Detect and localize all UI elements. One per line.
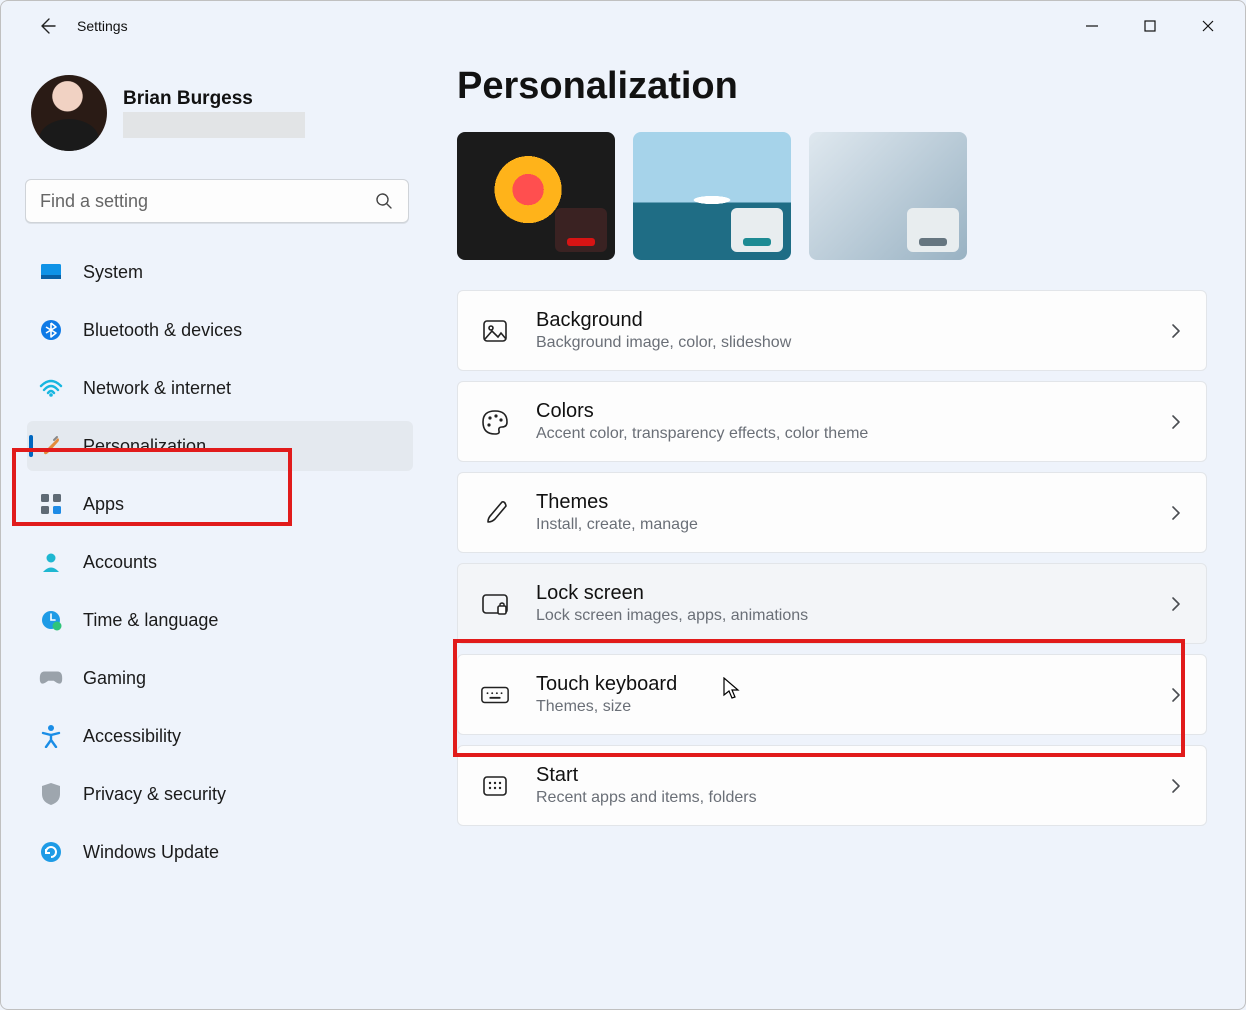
back-button[interactable] xyxy=(25,4,69,48)
search-input[interactable] xyxy=(40,191,374,212)
user-name: Brian Burgess xyxy=(123,88,305,110)
paintbrush-icon xyxy=(39,434,63,458)
close-icon xyxy=(1201,19,1215,33)
accessibility-icon xyxy=(39,724,63,748)
chevron-right-icon xyxy=(1168,596,1184,612)
sidebar: Brian Burgess System Bluetooth & devices… xyxy=(23,65,423,1009)
nav-label: Personalization xyxy=(83,436,206,457)
window-controls xyxy=(1063,4,1237,48)
user-email-redacted xyxy=(123,112,305,138)
minimize-button[interactable] xyxy=(1063,4,1121,48)
nav-label: Privacy & security xyxy=(83,784,226,805)
accounts-icon xyxy=(39,550,63,574)
nav-label: System xyxy=(83,262,143,283)
chevron-right-icon xyxy=(1168,323,1184,339)
card-subtitle: Lock screen images, apps, animations xyxy=(536,607,1142,625)
shield-icon xyxy=(39,782,63,806)
chevron-right-icon xyxy=(1168,778,1184,794)
card-title: Start xyxy=(536,764,1142,787)
maximize-icon xyxy=(1143,19,1157,33)
theme-preview-2[interactable] xyxy=(633,132,791,260)
nav-label: Bluetooth & devices xyxy=(83,320,242,341)
nav-list: System Bluetooth & devices Network & int… xyxy=(23,243,413,877)
brush-icon xyxy=(480,498,510,528)
page-title: Personalization xyxy=(457,65,1207,108)
bluetooth-icon xyxy=(39,318,63,342)
theme-preview-1[interactable] xyxy=(457,132,615,260)
card-subtitle: Themes, size xyxy=(536,698,1142,716)
card-start[interactable]: Start Recent apps and items, folders xyxy=(457,745,1207,826)
nav-label: Time & language xyxy=(83,610,218,631)
content-area: Personalization Background Background im… xyxy=(423,65,1225,1009)
card-title: Lock screen xyxy=(536,582,1142,605)
card-subtitle: Install, create, manage xyxy=(536,516,1142,534)
chevron-right-icon xyxy=(1168,414,1184,430)
nav-label: Accounts xyxy=(83,552,157,573)
nav-label: Apps xyxy=(83,494,124,515)
palette-icon xyxy=(480,407,510,437)
card-background[interactable]: Background Background image, color, slid… xyxy=(457,290,1207,371)
search-box[interactable] xyxy=(25,179,409,223)
close-button[interactable] xyxy=(1179,4,1237,48)
titlebar: Settings xyxy=(1,1,1245,51)
system-icon xyxy=(39,260,63,284)
card-subtitle: Accent color, transparency effects, colo… xyxy=(536,425,1142,443)
card-title: Touch keyboard xyxy=(536,673,1142,696)
chevron-right-icon xyxy=(1168,687,1184,703)
settings-cards: Background Background image, color, slid… xyxy=(457,290,1207,826)
card-title: Background xyxy=(536,309,1142,332)
theme-preview-3[interactable] xyxy=(809,132,967,260)
nav-accounts[interactable]: Accounts xyxy=(27,537,413,587)
back-arrow-icon xyxy=(37,16,57,36)
card-lock-screen[interactable]: Lock screen Lock screen images, apps, an… xyxy=(457,563,1207,644)
wifi-icon xyxy=(39,376,63,400)
picture-icon xyxy=(480,316,510,346)
card-subtitle: Recent apps and items, folders xyxy=(536,789,1142,807)
avatar xyxy=(31,75,107,151)
card-subtitle: Background image, color, slideshow xyxy=(536,334,1142,352)
card-title: Colors xyxy=(536,400,1142,423)
nav-apps[interactable]: Apps xyxy=(27,479,413,529)
nav-privacy[interactable]: Privacy & security xyxy=(27,769,413,819)
nav-personalization[interactable]: Personalization xyxy=(27,421,413,471)
nav-label: Accessibility xyxy=(83,726,181,747)
update-icon xyxy=(39,840,63,864)
nav-bluetooth[interactable]: Bluetooth & devices xyxy=(27,305,413,355)
nav-system[interactable]: System xyxy=(27,247,413,297)
nav-accessibility[interactable]: Accessibility xyxy=(27,711,413,761)
apps-icon xyxy=(39,492,63,516)
chevron-right-icon xyxy=(1168,505,1184,521)
nav-network[interactable]: Network & internet xyxy=(27,363,413,413)
nav-label: Network & internet xyxy=(83,378,231,399)
lock-screen-icon xyxy=(480,589,510,619)
clock-globe-icon xyxy=(39,608,63,632)
card-title: Themes xyxy=(536,491,1142,514)
minimize-icon xyxy=(1085,19,1099,33)
card-themes[interactable]: Themes Install, create, manage xyxy=(457,472,1207,553)
theme-previews xyxy=(457,132,1207,260)
maximize-button[interactable] xyxy=(1121,4,1179,48)
start-icon xyxy=(480,771,510,801)
nav-label: Gaming xyxy=(83,668,146,689)
search-icon xyxy=(374,191,394,211)
gamepad-icon xyxy=(39,666,63,690)
card-colors[interactable]: Colors Accent color, transparency effect… xyxy=(457,381,1207,462)
keyboard-icon xyxy=(480,680,510,710)
nav-label: Windows Update xyxy=(83,842,219,863)
nav-windows-update[interactable]: Windows Update xyxy=(27,827,413,877)
nav-gaming[interactable]: Gaming xyxy=(27,653,413,703)
card-touch-keyboard[interactable]: Touch keyboard Themes, size xyxy=(457,654,1207,735)
nav-time-language[interactable]: Time & language xyxy=(27,595,413,645)
user-block[interactable]: Brian Burgess xyxy=(23,65,413,173)
window-title: Settings xyxy=(77,18,128,34)
